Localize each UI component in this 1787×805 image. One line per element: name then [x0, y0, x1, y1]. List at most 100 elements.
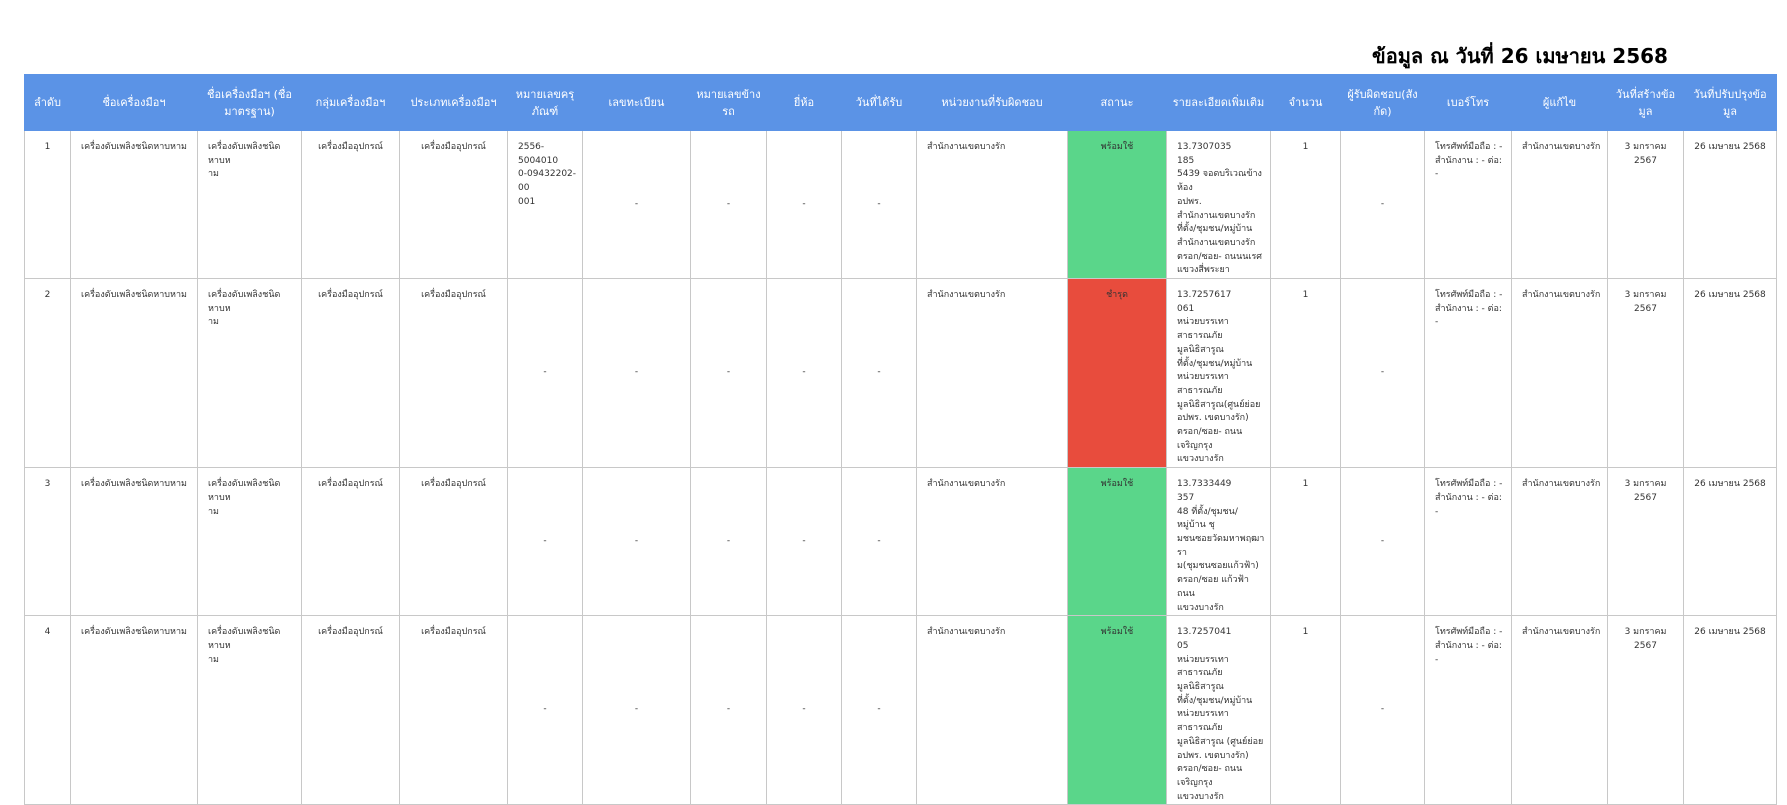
cell-brand: - [766, 467, 842, 617]
cell-brand: - [766, 615, 842, 805]
cell-updated-date: 26 เมษายน 2568 [1683, 467, 1777, 617]
cell-asset-no: - [507, 467, 583, 617]
cell-department: สำนักงานเขตบางรัก [916, 129, 1068, 280]
cell-registration: - [582, 467, 691, 617]
cell-phone: โทรศัพท์มือถือ : - สำนักงาน : - ต่อ: - [1424, 278, 1512, 469]
cell-vehicle-no: - [690, 278, 767, 469]
cell-details: 13.7257041 05 หน่วยบรรเทาสาธารณภัย มูลนิ… [1166, 615, 1271, 805]
cell-registration: - [582, 615, 691, 805]
column-header-no[interactable]: ลำดับ [24, 74, 71, 131]
cell-editor: สำนักงานเขตบางรัก [1511, 467, 1608, 617]
cell-vehicle-no: - [690, 615, 767, 805]
cell-group: เครื่องมืออุปกรณ์ [301, 467, 400, 617]
cell-phone: โทรศัพท์มือถือ : - สำนักงาน : - ต่อ: - [1424, 467, 1512, 617]
column-header-group[interactable]: กลุ่มเครื่องมือฯ [301, 74, 400, 131]
cell-details: 13.7257617 061 หน่วยบรรเทาสาธารณภัย มูลน… [1166, 278, 1271, 469]
status-badge: พร้อมใช้ [1067, 615, 1167, 805]
cell-editor: สำนักงานเขตบางรัก [1511, 615, 1608, 805]
column-header-details[interactable]: รายละเอียดเพิ่มเติม [1166, 74, 1271, 131]
cell-editor: สำนักงานเขตบางรัก [1511, 278, 1608, 469]
cell-created-date: 3 มกราคม 2567 [1607, 129, 1684, 280]
cell-created-date: 3 มกราคม 2567 [1607, 615, 1684, 805]
cell-registration: - [582, 278, 691, 469]
column-header-updated-date[interactable]: วันที่ปรับปรุงข้อ มูล [1683, 74, 1777, 131]
cell-standard-name: เครื่องดับเพลิงชนิดหาบห าม [197, 278, 302, 469]
cell-owner: - [1340, 278, 1425, 469]
cell-department: สำนักงานเขตบางรัก [916, 278, 1068, 469]
cell-type: เครื่องมืออุปกรณ์ [399, 615, 508, 805]
cell-quantity: 1 [1270, 278, 1341, 469]
cell-details: 13.7333449 357 48 ที่ตั้ง/ชุมชน/หมู่บ้าน… [1166, 467, 1271, 617]
cell-name: เครื่องดับเพลิงชนิดหาบหาม [70, 278, 198, 469]
cell-received-date: - [841, 129, 917, 280]
cell-phone: โทรศัพท์มือถือ : - สำนักงาน : - ต่อ: - [1424, 129, 1512, 280]
table-header-row: ลำดับ ชื่อเครื่องมือฯ ชื่อเครื่องมือฯ (ช… [24, 74, 1777, 131]
cell-received-date: - [841, 615, 917, 805]
cell-type: เครื่องมืออุปกรณ์ [399, 129, 508, 280]
cell-group: เครื่องมืออุปกรณ์ [301, 278, 400, 469]
column-header-created-date[interactable]: วันที่สร้างข้อ มูล [1607, 74, 1684, 131]
cell-name: เครื่องดับเพลิงชนิดหาบหาม [70, 467, 198, 617]
cell-asset-no: 2556-5004010 0-09432202-00 001 [507, 129, 583, 280]
column-header-status[interactable]: สถานะ [1067, 74, 1167, 131]
cell-vehicle-no: - [690, 467, 767, 617]
column-header-vehicle-no[interactable]: หมายเลขข้าง รถ [690, 74, 767, 131]
cell-editor: สำนักงานเขตบางรัก [1511, 129, 1608, 280]
cell-phone: โทรศัพท์มือถือ : - สำนักงาน : - ต่อ: - [1424, 615, 1512, 805]
cell-name: เครื่องดับเพลิงชนิดหาบหาม [70, 129, 198, 280]
cell-group: เครื่องมืออุปกรณ์ [301, 615, 400, 805]
cell-vehicle-no: - [690, 129, 767, 280]
status-badge: พร้อมใช้ [1067, 467, 1167, 617]
column-header-phone[interactable]: เบอร์โทร [1424, 74, 1512, 131]
status-badge: พร้อมใช้ [1067, 129, 1167, 280]
column-header-received-date[interactable]: วันที่ได้รับ [841, 74, 917, 131]
cell-updated-date: 26 เมษายน 2568 [1683, 129, 1777, 280]
column-header-editor[interactable]: ผู้แก้ไข [1511, 74, 1608, 131]
table-row[interactable]: 1 เครื่องดับเพลิงชนิดหาบหาม เครื่องดับเพ… [24, 129, 1777, 280]
table-row[interactable]: 4 เครื่องดับเพลิงชนิดหาบหาม เครื่องดับเพ… [24, 615, 1777, 805]
cell-asset-no: - [507, 615, 583, 805]
column-header-registration[interactable]: เลขทะเบียน [582, 74, 691, 131]
cell-brand: - [766, 278, 842, 469]
cell-quantity: 1 [1270, 129, 1341, 280]
column-header-brand[interactable]: ยี่ห้อ [766, 74, 842, 131]
cell-details: 13.7307035 185 5439 จอดบริเวณข้างห้อง อป… [1166, 129, 1271, 280]
cell-created-date: 3 มกราคม 2567 [1607, 278, 1684, 469]
column-header-type[interactable]: ประเภทเครื่องมือฯ [399, 74, 508, 131]
cell-department: สำนักงานเขตบางรัก [916, 467, 1068, 617]
status-badge: ชำรุด [1067, 278, 1167, 469]
table-row[interactable]: 2 เครื่องดับเพลิงชนิดหาบหาม เครื่องดับเพ… [24, 278, 1777, 469]
cell-updated-date: 26 เมษายน 2568 [1683, 615, 1777, 805]
cell-group: เครื่องมืออุปกรณ์ [301, 129, 400, 280]
cell-quantity: 1 [1270, 615, 1341, 805]
equipment-table: ลำดับ ชื่อเครื่องมือฯ ชื่อเครื่องมือฯ (ช… [24, 74, 1777, 805]
column-header-department[interactable]: หน่วยงานที่รับผิดชอบ [916, 74, 1068, 131]
cell-quantity: 1 [1270, 467, 1341, 617]
cell-owner: - [1340, 615, 1425, 805]
cell-department: สำนักงานเขตบางรัก [916, 615, 1068, 805]
column-header-asset-no[interactable]: หมายเลขครุ ภัณฑ์ [507, 74, 583, 131]
cell-owner: - [1340, 129, 1425, 280]
column-header-standard-name[interactable]: ชื่อเครื่องมือฯ (ชื่อมาตรฐาน) [197, 74, 302, 131]
cell-standard-name: เครื่องดับเพลิงชนิดหาบห าม [197, 615, 302, 805]
column-header-owner[interactable]: ผู้รับผิดชอบ(สัง กัด) [1340, 74, 1425, 131]
cell-brand: - [766, 129, 842, 280]
table-row[interactable]: 3 เครื่องดับเพลิงชนิดหาบหาม เครื่องดับเพ… [24, 467, 1777, 617]
cell-no: 1 [24, 129, 71, 280]
cell-asset-no: - [507, 278, 583, 469]
column-header-quantity[interactable]: จำนวน [1270, 74, 1341, 131]
cell-no: 4 [24, 615, 71, 805]
cell-type: เครื่องมืออุปกรณ์ [399, 278, 508, 469]
cell-owner: - [1340, 467, 1425, 617]
cell-standard-name: เครื่องดับเพลิงชนิดหาบห าม [197, 129, 302, 280]
cell-type: เครื่องมืออุปกรณ์ [399, 467, 508, 617]
report-date-title: ข้อมูล ณ วันที่ 26 เมษายน 2568 [1372, 44, 1668, 68]
column-header-name[interactable]: ชื่อเครื่องมือฯ [70, 74, 198, 131]
cell-no: 3 [24, 467, 71, 617]
cell-standard-name: เครื่องดับเพลิงชนิดหาบห าม [197, 467, 302, 617]
cell-created-date: 3 มกราคม 2567 [1607, 467, 1684, 617]
cell-no: 2 [24, 278, 71, 469]
cell-received-date: - [841, 467, 917, 617]
cell-received-date: - [841, 278, 917, 469]
cell-updated-date: 26 เมษายน 2568 [1683, 278, 1777, 469]
